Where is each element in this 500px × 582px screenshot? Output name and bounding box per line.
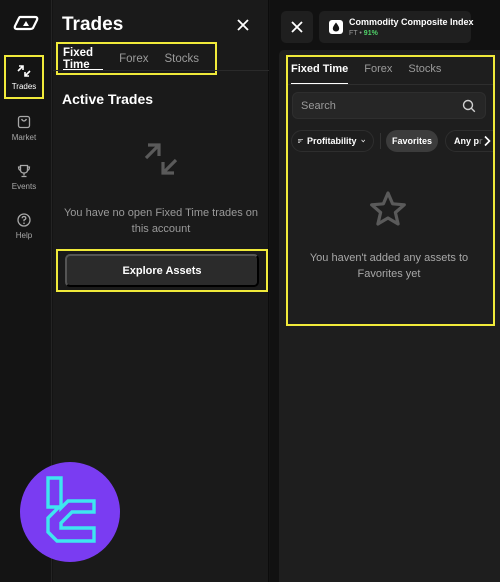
favorites-filter-chip[interactable]: Favorites: [386, 130, 438, 152]
rail-item-label: Events: [11, 182, 37, 191]
divider: [53, 70, 269, 71]
explore-assets-button[interactable]: Explore Assets: [65, 254, 259, 287]
favorites-empty-text: You haven't added any assets to Favorite…: [309, 252, 469, 280]
rail-item-help[interactable]: Help: [6, 206, 42, 246]
sort-profitability-dropdown[interactable]: Profitability: [291, 130, 374, 152]
help-question-icon: [17, 213, 31, 227]
meta-separator: •: [359, 30, 362, 37]
tab-fixed-time[interactable]: Fixed Time: [291, 59, 349, 85]
search-icon[interactable]: [462, 99, 476, 113]
chip-label: Any p: [454, 136, 480, 146]
star-outline-icon: [370, 191, 406, 226]
tab-forex[interactable]: Forex: [364, 59, 392, 83]
rail-item-market[interactable]: Market: [6, 108, 42, 148]
market-bag-icon: [17, 115, 31, 129]
broker-logo-icon[interactable]: [13, 15, 39, 31]
divider: [380, 133, 381, 149]
close-icon[interactable]: [234, 16, 252, 34]
explore-assets-highlight: Explore Assets: [56, 249, 268, 292]
asset-name: Commodity Composite Index: [349, 17, 474, 27]
brand-logo-icon: [46, 476, 96, 543]
tab-stocks[interactable]: Stocks: [164, 44, 199, 73]
chevron-right-icon[interactable]: [483, 135, 491, 147]
tab-stocks[interactable]: Stocks: [408, 59, 441, 83]
close-icon: [291, 21, 303, 33]
divider: [288, 84, 493, 85]
rail-item-trades[interactable]: Trades: [4, 55, 44, 99]
picker-tabs: Fixed Time Forex Stocks: [291, 59, 457, 85]
tab-fixed-time[interactable]: Fixed Time: [63, 44, 104, 73]
close-picker-button[interactable]: [281, 11, 313, 43]
asset-profitability: 91%: [363, 30, 378, 37]
asset-meta: FT • 91%: [349, 30, 378, 37]
selected-asset-chip[interactable]: Commodity Composite Index FT • 91%: [319, 11, 474, 43]
sort-label: Profitability: [307, 136, 357, 146]
filter-chips: Profitability Favorites Any pr: [291, 130, 493, 152]
section-title: Active Trades: [62, 91, 154, 107]
sort-icon: [298, 138, 304, 144]
panel-title: Trades: [62, 14, 124, 35]
rail-item-label: Help: [15, 231, 33, 240]
search-box: [292, 92, 486, 119]
rail-item-events[interactable]: Events: [6, 157, 42, 197]
brand-badge: [20, 462, 120, 562]
tab-forex[interactable]: Forex: [119, 44, 148, 73]
chevron-down-icon: [360, 139, 365, 143]
trades-arrows-icon: [144, 143, 178, 175]
chip-label-faded: r: [479, 136, 483, 146]
asset-type: FT: [349, 30, 358, 37]
search-input[interactable]: [301, 93, 451, 118]
trades-arrows-icon: [17, 65, 31, 77]
rail-item-label: Market: [11, 133, 37, 142]
empty-state-text: You have no open Fixed Time trades on th…: [63, 207, 259, 235]
rail-item-label: Trades: [11, 82, 37, 91]
trophy-icon: [17, 164, 31, 178]
drop-icon: [329, 20, 343, 34]
